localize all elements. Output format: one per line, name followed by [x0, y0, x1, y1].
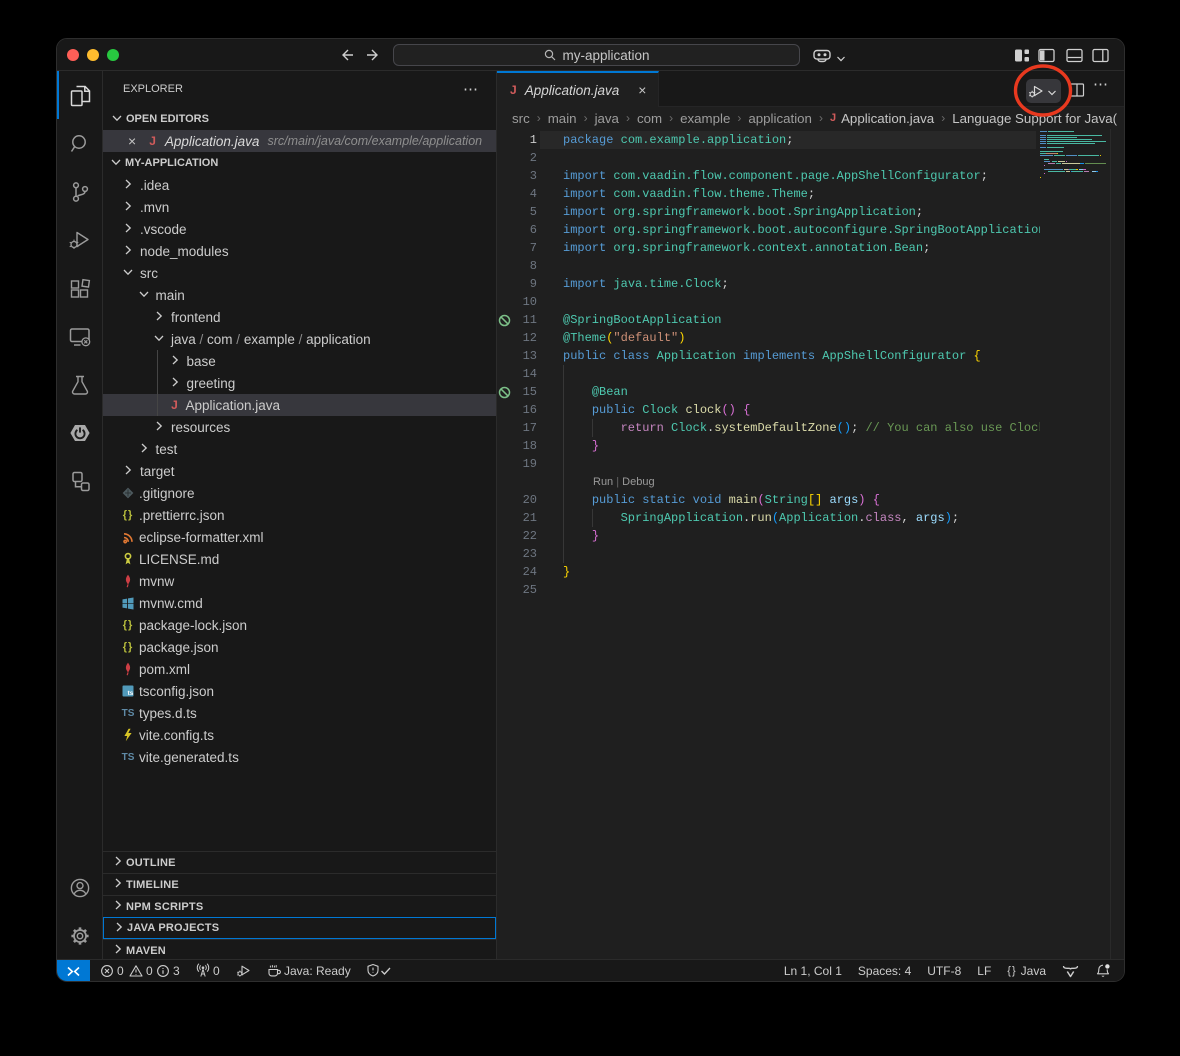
svg-text:ts: ts [128, 690, 134, 697]
